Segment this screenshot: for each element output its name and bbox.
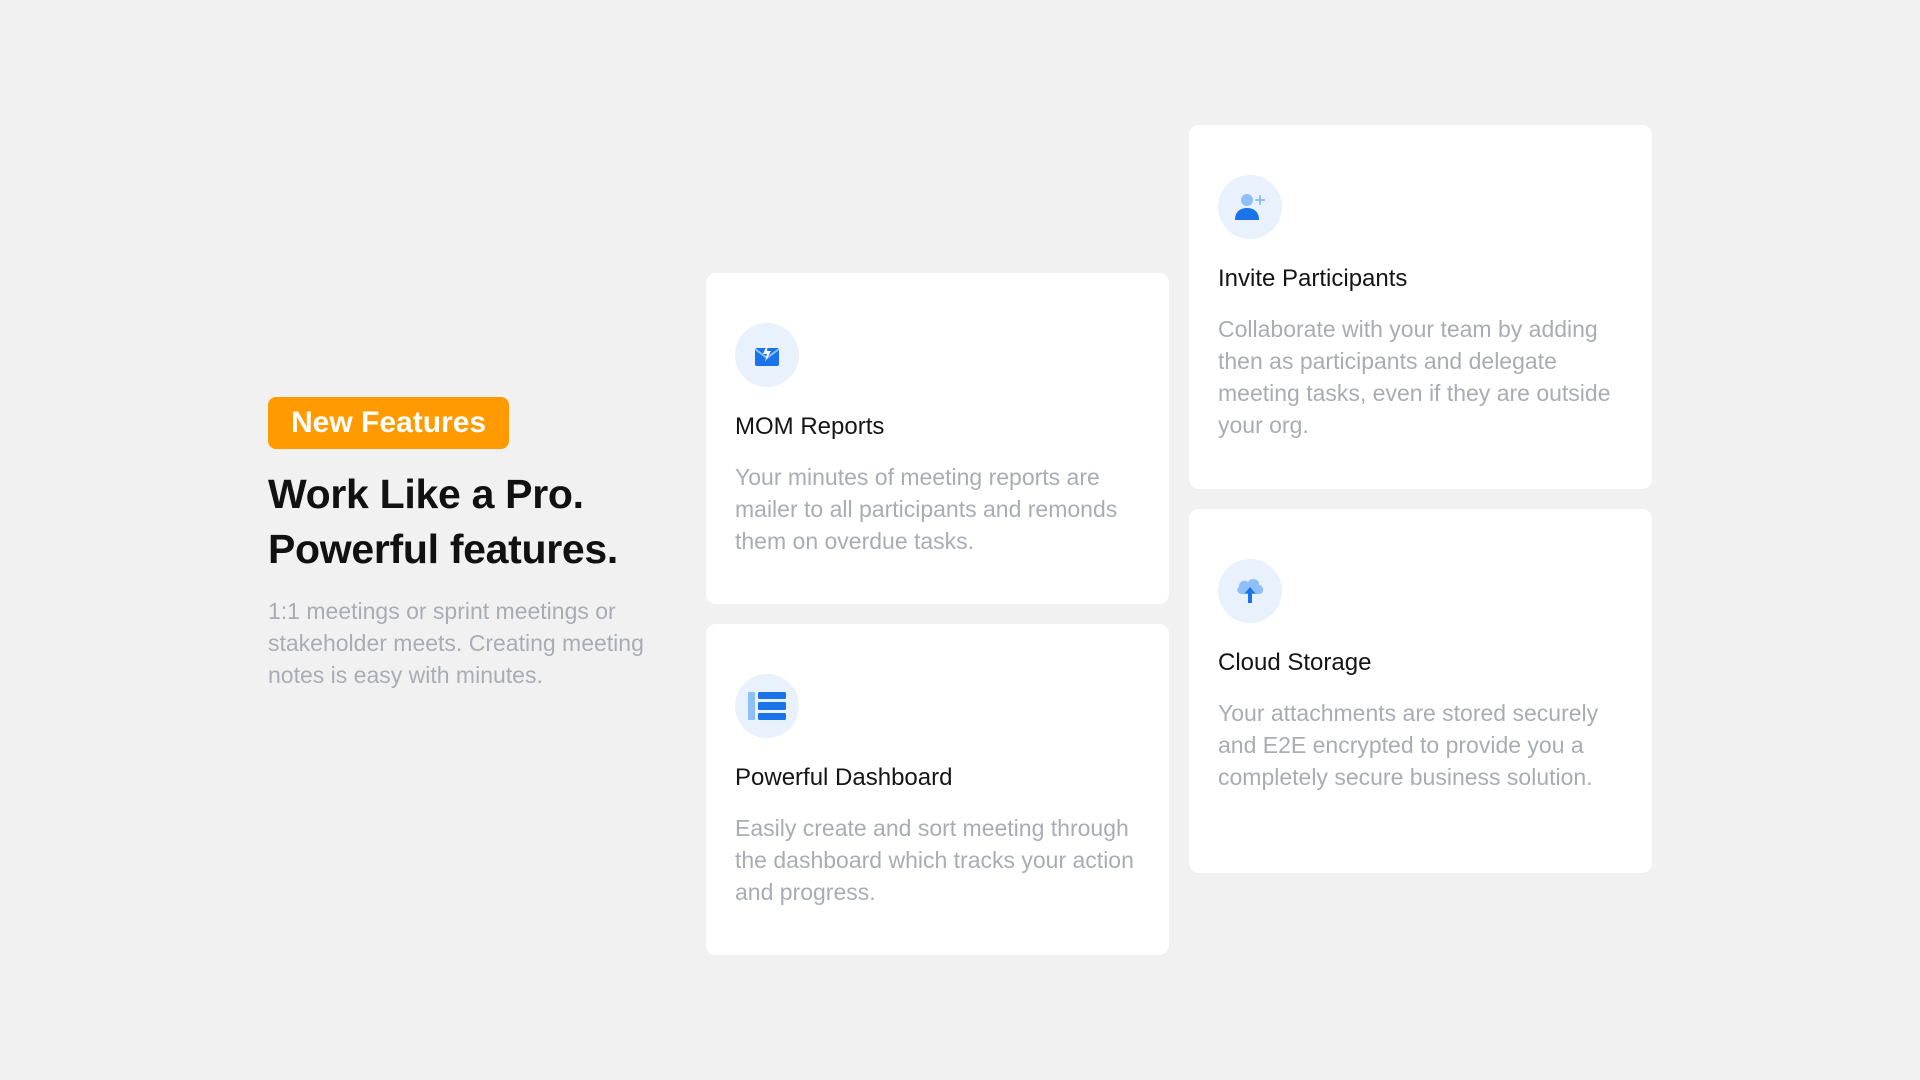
headline-line-2: Powerful features. (268, 526, 619, 572)
mail-report-icon (735, 323, 799, 387)
feature-card-description: Your minutes of meeting reports are mail… (735, 464, 1118, 554)
feature-card-powerful-dashboard: Powerful Dashboard Easily create and sor… (706, 624, 1169, 955)
cloud-upload-icon (1218, 559, 1282, 623)
feature-card-description: Collaborate with your team by adding the… (1218, 316, 1611, 438)
feature-card-description: Easily create and sort meeting through t… (735, 815, 1134, 905)
add-user-icon (1218, 175, 1282, 239)
intro-description: 1:1 meetings or sprint meetings or stake… (268, 598, 644, 688)
feature-card-invite-participants: Invite Participants Collaborate with you… (1189, 125, 1652, 489)
feature-card-title: MOM Reports (735, 413, 885, 440)
feature-card-cloud-storage: Cloud Storage Your attachments are store… (1189, 509, 1652, 873)
feature-card-title: Powerful Dashboard (735, 764, 953, 791)
feature-card-title: Invite Participants (1218, 265, 1408, 292)
headline-line-1: Work Like a Pro. (268, 471, 584, 517)
dashboard-list-icon (735, 674, 799, 738)
feature-card-description: Your attachments are stored securely and… (1218, 700, 1599, 790)
feature-card-mom-reports: MOM Reports Your minutes of meeting repo… (706, 273, 1169, 604)
feature-card-title: Cloud Storage (1218, 649, 1372, 676)
new-features-badge: New Features (268, 397, 510, 449)
page-title: Work Like a Pro. Powerful features. (268, 467, 688, 577)
features-intro: New Features Work Like a Pro. Powerful f… (268, 397, 688, 691)
features-page: New Features Work Like a Pro. Powerful f… (0, 0, 1920, 1080)
